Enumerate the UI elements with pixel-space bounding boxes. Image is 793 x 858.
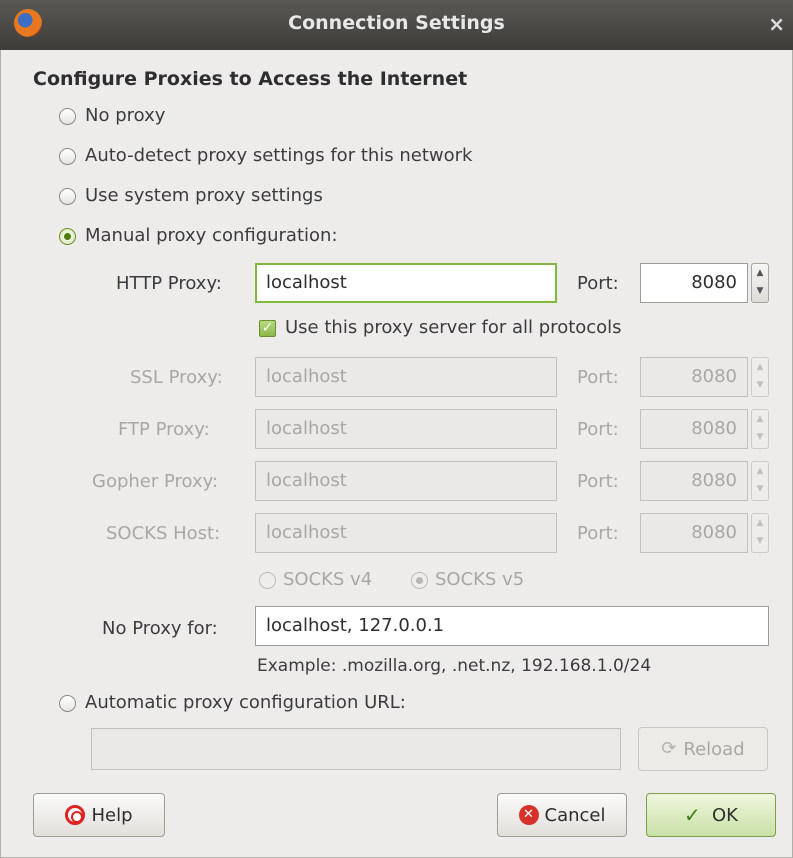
socks-host-input[interactable]: localhost xyxy=(255,513,557,553)
gopher-port-spinner[interactable]: ▲ ▼ xyxy=(751,461,769,501)
cancel-label: Cancel xyxy=(544,804,606,826)
use-for-all-checkbox[interactable]: ✓ xyxy=(259,320,276,337)
auto-config-radio[interactable] xyxy=(59,695,76,712)
http-port-spinner[interactable]: ▲ ▼ xyxy=(751,263,769,303)
socks-port-input[interactable]: 8080 xyxy=(640,513,748,553)
reload-button[interactable]: ⟳ Reload xyxy=(638,727,768,771)
window-title: Connection Settings xyxy=(288,12,505,34)
close-icon[interactable]: × xyxy=(768,12,785,36)
socks-v4-label[interactable]: SOCKS v4 xyxy=(283,569,372,590)
cancel-icon: ✕ xyxy=(518,805,539,825)
ok-label: OK xyxy=(712,804,738,826)
http-proxy-label: HTTP Proxy: xyxy=(116,273,222,294)
http-port-input[interactable]: 8080 xyxy=(640,263,748,303)
system-proxy-radio[interactable] xyxy=(59,188,76,205)
no-proxy-for-input[interactable]: localhost, 127.0.0.1 xyxy=(255,606,769,646)
reload-label: Reload xyxy=(683,738,745,760)
http-proxy-input[interactable]: localhost xyxy=(255,263,557,303)
http-port-label: Port: xyxy=(577,273,619,294)
ssl-port-spinner[interactable]: ▲ ▼ xyxy=(751,357,769,397)
no-proxy-for-label: No Proxy for: xyxy=(102,618,218,639)
gopher-port-label: Port: xyxy=(577,471,619,492)
no-proxy-example: Example: .mozilla.org, .net.nz, 192.168.… xyxy=(257,656,652,676)
auto-detect-label[interactable]: Auto-detect proxy settings for this netw… xyxy=(85,145,472,166)
ftp-proxy-input[interactable]: localhost xyxy=(255,409,557,449)
socks-host-label: SOCKS Host: xyxy=(106,523,221,544)
socks-v4-radio[interactable] xyxy=(259,572,276,589)
gopher-proxy-input[interactable]: localhost xyxy=(255,461,557,501)
ssl-port-label: Port: xyxy=(577,367,619,388)
checkmark-icon: ✓ xyxy=(684,803,701,827)
ftp-port-label: Port: xyxy=(577,419,619,440)
socks-v5-label[interactable]: SOCKS v5 xyxy=(435,569,524,590)
ssl-proxy-input[interactable]: localhost xyxy=(255,357,557,397)
gopher-port-input[interactable]: 8080 xyxy=(640,461,748,501)
auto-config-url-input[interactable] xyxy=(91,728,621,770)
title-bar: Connection Settings × xyxy=(0,0,793,50)
gopher-proxy-label: Gopher Proxy: xyxy=(92,471,219,492)
reload-icon: ⟳ xyxy=(661,738,677,759)
socks-port-spinner[interactable]: ▲ ▼ xyxy=(751,513,769,553)
system-proxy-label[interactable]: Use system proxy settings xyxy=(85,185,323,206)
ftp-proxy-label: FTP Proxy: xyxy=(118,419,210,440)
manual-proxy-label[interactable]: Manual proxy configuration: xyxy=(85,225,338,246)
section-heading: Configure Proxies to Access the Internet xyxy=(33,68,468,90)
no-proxy-label[interactable]: No proxy xyxy=(85,105,165,126)
socks-port-label: Port: xyxy=(577,523,619,544)
ssl-proxy-label: SSL Proxy: xyxy=(130,367,223,388)
manual-proxy-radio[interactable] xyxy=(59,228,76,245)
help-label: Help xyxy=(91,804,133,826)
use-for-all-label[interactable]: Use this proxy server for all protocols xyxy=(285,317,622,338)
auto-config-label[interactable]: Automatic proxy configuration URL: xyxy=(85,692,406,713)
help-button[interactable]: Help xyxy=(33,793,165,837)
lifebuoy-icon xyxy=(65,805,86,825)
auto-detect-radio[interactable] xyxy=(59,148,76,165)
socks-v5-radio[interactable] xyxy=(411,572,428,589)
ftp-port-input[interactable]: 8080 xyxy=(640,409,748,449)
cancel-button[interactable]: ✕ Cancel xyxy=(497,793,627,837)
no-proxy-radio[interactable] xyxy=(59,108,76,125)
ssl-port-input[interactable]: 8080 xyxy=(640,357,748,397)
ftp-port-spinner[interactable]: ▲ ▼ xyxy=(751,409,769,449)
ok-button[interactable]: ✓ OK xyxy=(646,793,776,837)
